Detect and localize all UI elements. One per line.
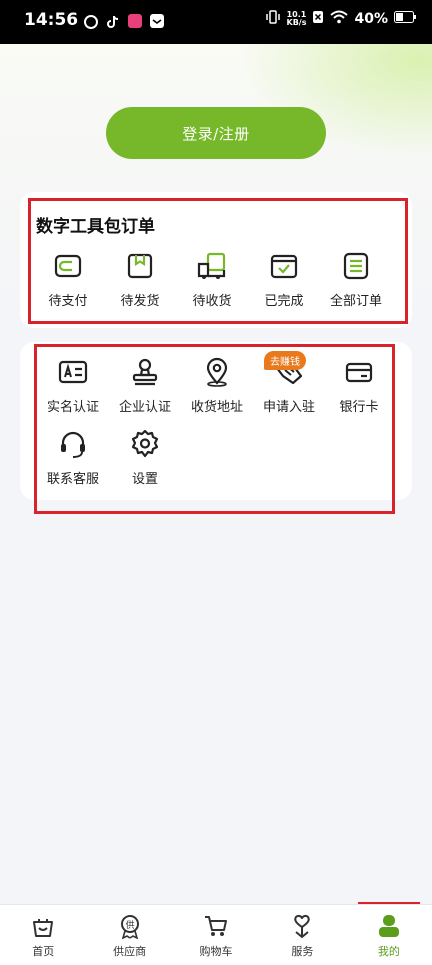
mail-app-icon — [150, 14, 164, 28]
wifi-icon — [330, 10, 349, 28]
sim-x-icon — [312, 10, 324, 28]
status-time: 14:56 — [24, 10, 79, 30]
user-icon — [378, 915, 399, 937]
net-speed: 10.1 KB/s — [286, 10, 307, 27]
nav-cart[interactable]: 购物车 — [173, 905, 259, 965]
cart-icon — [205, 916, 228, 936]
battery-percent: 40% — [354, 11, 388, 27]
annotation-box-services — [34, 344, 395, 514]
pink-app-icon — [128, 14, 142, 28]
annotation-box-orders — [28, 198, 408, 324]
nav-mine[interactable]: 我的 — [346, 905, 432, 965]
nav-home[interactable]: 首页 — [0, 905, 86, 965]
bottom-nav: 首页 供 供应商 购物车 服务 我的 — [0, 904, 432, 965]
login-register-button[interactable]: 登录/注册 — [106, 107, 326, 159]
notification-icons — [84, 14, 164, 29]
supplier-badge-icon: 供 — [120, 915, 139, 939]
nav-service[interactable]: 服务 — [259, 905, 345, 965]
heart-hand-icon — [294, 914, 311, 939]
battery-icon — [394, 11, 416, 27]
svg-text:供: 供 — [125, 919, 134, 931]
tiktok-icon — [106, 14, 120, 28]
swirl-app-icon — [84, 14, 98, 29]
nav-supplier[interactable]: 供 供应商 — [86, 905, 172, 965]
vibrate-icon — [265, 10, 281, 28]
home-basket-icon — [33, 919, 54, 937]
status-right-group: 10.1 KB/s 40% — [265, 10, 416, 28]
status-bar: 14:56 10.1 KB/s 40% — [0, 0, 432, 44]
